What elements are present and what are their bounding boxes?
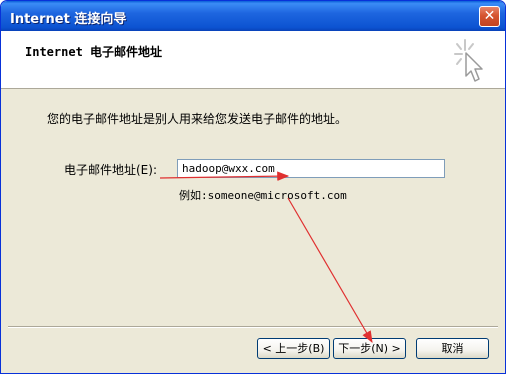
wizard-window: Internet 连接向导 ✕ Internet 电子邮件地址 您的电子邮件地址… [0, 0, 506, 374]
wizard-body: 您的电子邮件地址是别人用来给您发送电子邮件的地址。 电子邮件地址(E): 例如:… [1, 90, 505, 326]
next-button[interactable]: 下一步(N) > [333, 338, 406, 359]
email-field[interactable] [177, 159, 445, 178]
title-bar[interactable]: Internet 连接向导 ✕ [1, 1, 505, 31]
footer-separator [8, 326, 498, 328]
back-button[interactable]: < 上一步(B) [257, 338, 330, 359]
cancel-button[interactable]: 取消 [416, 338, 489, 359]
wizard-sparkle-cursor-icon [454, 39, 483, 82]
description-text: 您的电子邮件地址是别人用来给您发送电子邮件的地址。 [47, 112, 348, 126]
close-icon: ✕ [483, 8, 496, 24]
wizard-header: Internet 电子邮件地址 [1, 31, 505, 89]
email-label: 电子邮件地址(E): [64, 163, 157, 177]
window-title: Internet 连接向导 [10, 12, 127, 27]
example-text: 例如:someone@microsoft.com [179, 189, 347, 202]
close-button[interactable]: ✕ [479, 6, 500, 27]
page-title: Internet 电子邮件地址 [25, 45, 163, 59]
